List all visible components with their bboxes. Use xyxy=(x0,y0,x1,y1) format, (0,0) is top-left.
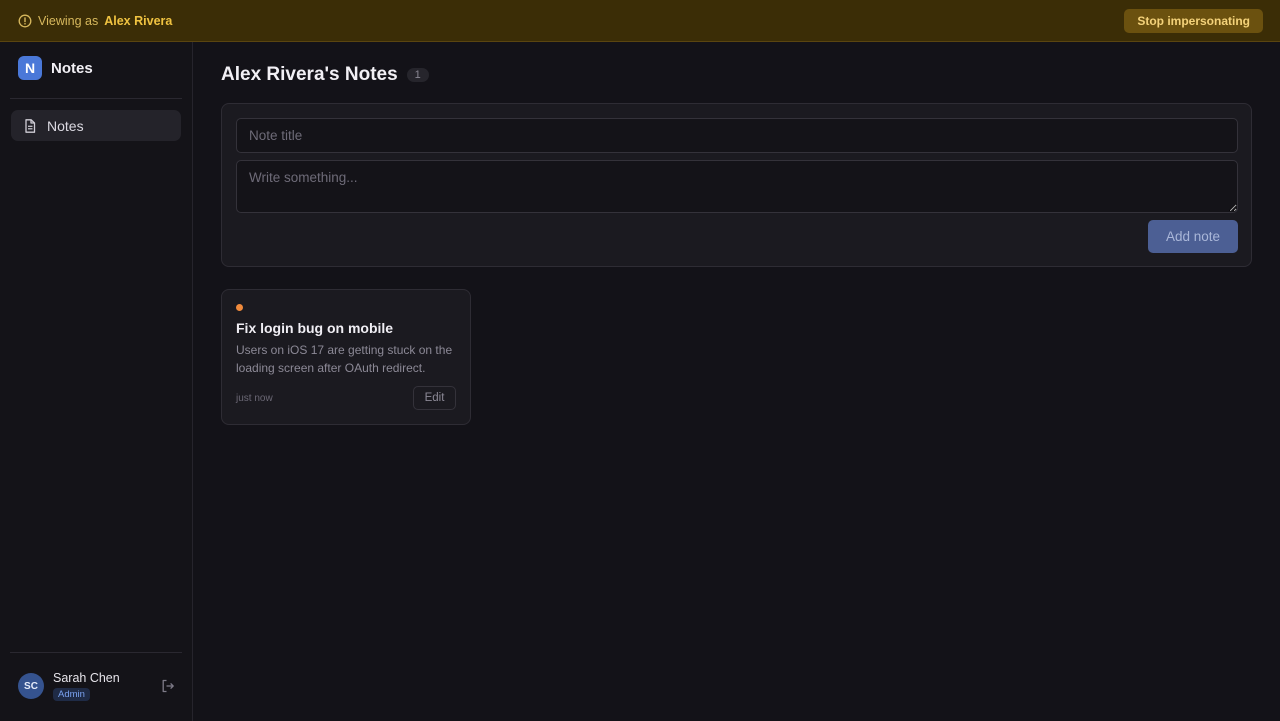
brand-logo: N xyxy=(18,56,42,80)
impersonation-banner: Viewing as Alex Rivera Stop impersonatin… xyxy=(0,0,1280,42)
banner-prefix: Viewing as xyxy=(38,13,99,28)
note-timestamp: just now xyxy=(236,393,273,404)
page-title: Alex Rivera's Notes xyxy=(221,64,398,85)
note-title: Fix login bug on mobile xyxy=(236,320,394,336)
edit-note-button[interactable]: Edit xyxy=(413,386,456,410)
current-user: SC Sarah Chen Admin xyxy=(18,668,176,704)
note-composer: Add note xyxy=(221,103,1252,267)
note-body: Users on iOS 17 are getting stuck on the… xyxy=(236,343,453,375)
note-status-dot xyxy=(236,304,243,311)
avatar: SC xyxy=(18,673,44,699)
banner-message: Viewing as Alex Rivera xyxy=(18,14,172,28)
info-circle-icon xyxy=(18,14,32,28)
add-note-button[interactable]: Add note xyxy=(1148,220,1238,253)
note-title-input[interactable] xyxy=(236,118,1238,153)
main-content: Alex Rivera's Notes 1 Add note Fix login… xyxy=(193,42,1280,721)
role-badge: Admin xyxy=(53,688,90,701)
user-info: Sarah Chen Admin xyxy=(53,671,120,701)
sidebar-item-notes[interactable]: Notes xyxy=(11,110,181,141)
sidebar: N Notes Notes SC Sarah Chen Admin xyxy=(0,42,193,721)
document-icon xyxy=(22,118,38,134)
note-count-badge: 1 xyxy=(406,68,429,82)
page-header: Alex Rivera's Notes 1 xyxy=(221,64,429,86)
user-name: Sarah Chen xyxy=(53,671,120,685)
sidebar-item-label: Notes xyxy=(47,117,84,134)
brand[interactable]: N Notes xyxy=(18,56,93,80)
impersonated-user-name: Alex Rivera xyxy=(104,13,173,28)
brand-name: Notes xyxy=(51,59,93,77)
logout-icon[interactable] xyxy=(160,678,176,694)
sidebar-divider xyxy=(10,98,182,99)
sidebar-footer-divider xyxy=(10,652,182,653)
note-body-input[interactable] xyxy=(236,160,1238,213)
note-card[interactable]: Fix login bug on mobile Users on iOS 17 … xyxy=(221,289,471,425)
stop-impersonating-button[interactable]: Stop impersonating xyxy=(1124,8,1263,33)
